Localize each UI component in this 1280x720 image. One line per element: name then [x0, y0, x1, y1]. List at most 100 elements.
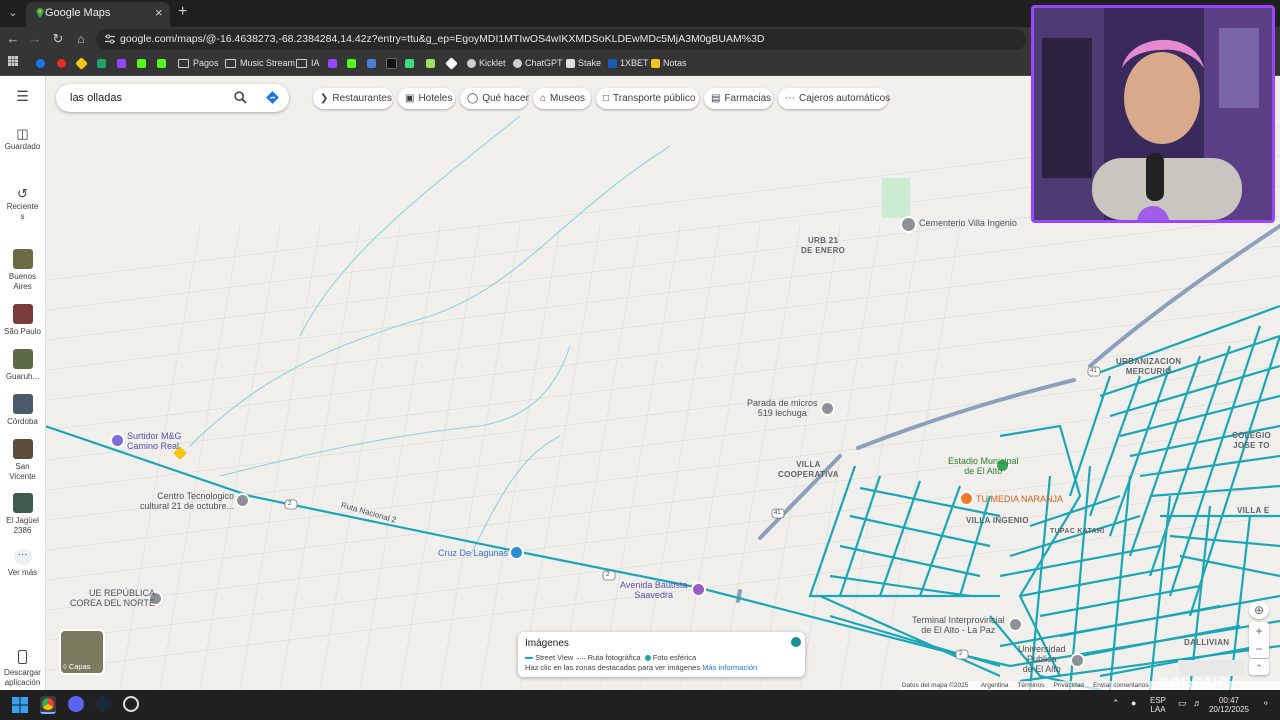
network-icon[interactable]: ▭ — [1178, 699, 1187, 708]
stadium-label: Estadio Municipal de El Alto — [948, 456, 1019, 476]
bookmark-chatgpt[interactable]: ChatGPT — [513, 56, 563, 70]
volume-icon[interactable]: ♬ — [1193, 699, 1202, 708]
menu-hamburger-icon[interactable]: ☰ — [0, 89, 45, 103]
youtube-bookmark-icon[interactable] — [57, 56, 69, 70]
input-language[interactable]: ESP LAA — [1150, 696, 1166, 714]
chip-things-to-do[interactable]: ◯ Qué hacer — [460, 88, 529, 109]
church-label: Cruz De Lagunas — [438, 548, 509, 558]
tab-search-chevron-icon[interactable]: ⌄ — [4, 4, 22, 22]
gas-station-marker-icon[interactable] — [110, 433, 125, 448]
site-settings-icon[interactable] — [104, 33, 116, 45]
bus-icon: □ — [603, 93, 610, 104]
privacy-link[interactable]: Privacidad — [1054, 682, 1084, 689]
steam-taskbar-icon[interactable] — [95, 696, 111, 712]
bookmark-kicklet[interactable]: Kicklet — [467, 56, 506, 70]
drive-bookmark-icon[interactable] — [97, 56, 109, 70]
bookmark-folder-pagos[interactable]: Pagos — [178, 56, 219, 70]
twitch-bookmark-icon[interactable] — [117, 56, 129, 70]
see-more-button[interactable]: ··· Ver más — [0, 549, 45, 578]
notifications-bell-icon[interactable]: ⚬ — [1262, 699, 1270, 708]
zoom-out-icon[interactable]: − — [1249, 640, 1269, 658]
twitch-bookmark-icon-2[interactable] — [328, 56, 340, 70]
my-location-icon[interactable]: ⊕ — [1249, 601, 1269, 619]
facebook-bookmark-icon[interactable] — [36, 56, 48, 70]
imagery-hint: Haz clic en las zonas destacadas para ve… — [525, 663, 758, 672]
church-marker-icon[interactable] — [509, 545, 524, 560]
kick-bookmark-icon[interactable] — [137, 56, 149, 70]
university-marker-icon[interactable] — [1070, 653, 1085, 668]
recent-place-cordoba[interactable]: Córdoba — [0, 394, 45, 427]
chip-hotels[interactable]: ▣ Hoteles — [398, 88, 455, 109]
imagery-toggle-icon[interactable] — [791, 637, 801, 647]
microphone-icon[interactable]: ● — [1131, 699, 1136, 708]
bookmark-icon-3[interactable] — [405, 56, 417, 70]
expand-icon[interactable]: ⌃ — [1249, 659, 1269, 675]
university-label: Universidad Publica de El Alto — [1018, 644, 1066, 674]
download-app-button[interactable]: Descargar aplicación — [0, 640, 45, 688]
bookmark-folder-music-stream[interactable]: Music Stream — [225, 56, 295, 70]
chip-atms[interactable]: ⋯ Cajeros automáticos — [778, 88, 890, 109]
kick-bookmark-icon-3[interactable] — [347, 56, 359, 70]
back-arrow-icon[interactable]: ← — [4, 30, 22, 48]
phone-icon — [18, 650, 27, 664]
folder-icon — [296, 59, 307, 69]
clock[interactable]: 00:47 20/12/2025 — [1207, 696, 1251, 714]
search-icon[interactable] — [234, 91, 247, 104]
chrome-taskbar-icon[interactable] — [40, 696, 56, 714]
bus-stop-marker-icon[interactable] — [820, 401, 835, 416]
windows-start-icon[interactable] — [12, 697, 28, 713]
bookmark-icon: ◫ — [16, 126, 29, 141]
recent-place-sao-paulo[interactable]: São Paulo — [0, 304, 45, 337]
avenue-marker-icon[interactable] — [691, 582, 706, 597]
bookmark-icon-5[interactable] — [445, 56, 459, 70]
tray-overflow-chevron-icon[interactable]: ⌃ — [1112, 699, 1120, 708]
region-link[interactable]: Argentina — [981, 682, 1009, 689]
camera-icon: ◯ — [467, 93, 479, 104]
bus-stop-label: Parada de micros 519 lechuga — [747, 398, 818, 418]
atm-icon: ⋯ — [785, 93, 795, 104]
zoom-in-icon[interactable]: + — [1249, 622, 1269, 640]
settings-taskbar-icon[interactable] — [123, 696, 139, 712]
recent-place-san-vicente[interactable]: San Vicente — [0, 439, 45, 482]
kick-bookmark-icon-2[interactable] — [157, 56, 169, 70]
place-thumbnail — [12, 394, 33, 414]
saved-button[interactable]: ◫ Guardado — [0, 126, 45, 152]
tiktok-bookmark-icon[interactable] — [386, 56, 400, 70]
bookmark-icon[interactable] — [75, 56, 89, 70]
recent-place-buenos-aires[interactable]: Buenos Aires — [0, 249, 45, 292]
directions-icon[interactable] — [265, 90, 280, 105]
discord-taskbar-icon[interactable] — [68, 696, 84, 712]
restaurant-marker-icon[interactable] — [959, 491, 974, 506]
bed-icon: ▣ — [405, 93, 415, 104]
tab-close-icon[interactable]: × — [155, 5, 163, 20]
chip-public-transport[interactable]: □ Transporte público — [596, 88, 699, 109]
bookmark-1xbet[interactable]: 1XBET — [608, 56, 649, 70]
bookmark-icon-2[interactable] — [367, 56, 379, 70]
area-label-dallivian: DALLIVIAN — [1184, 638, 1230, 647]
more-info-link[interactable]: Más información — [702, 663, 757, 672]
send-feedback-link[interactable]: Enviar comentarios — [1093, 682, 1149, 689]
cemetery-marker-icon[interactable] — [900, 216, 917, 233]
recent-place-guarulhos[interactable]: Guaruh... — [0, 349, 45, 382]
new-tab-plus-icon[interactable]: + — [178, 3, 187, 21]
bookmark-notas[interactable]: Notas — [651, 56, 687, 70]
recent-place-el-jaguel[interactable]: El Jagüel 2386 — [0, 493, 45, 536]
home-icon[interactable]: ⌂ — [72, 30, 90, 48]
terminal-marker-icon[interactable] — [1008, 617, 1023, 632]
apps-grid-icon[interactable] — [8, 56, 18, 70]
recents-button[interactable]: ↺ Reciente s — [0, 176, 45, 222]
chip-museums[interactable]: ⌂ Museos — [533, 88, 591, 109]
bookmark-stake[interactable]: Stake — [566, 56, 601, 70]
terms-link[interactable]: Términos — [1017, 682, 1044, 689]
route-2-label-b: 2 — [606, 572, 610, 578]
forward-arrow-icon[interactable]: → — [26, 30, 44, 48]
bookmark-icon-4[interactable] — [426, 56, 438, 70]
bookmark-folder-ia[interactable]: IA — [296, 56, 320, 70]
search-input[interactable]: las olladas — [70, 92, 122, 104]
chip-restaurants[interactable]: ❯ Restaurantes — [313, 88, 393, 109]
culture-center-marker-icon[interactable] — [235, 493, 250, 508]
chip-pharmacies[interactable]: ▤ Farmacias — [704, 88, 773, 109]
park-area — [882, 178, 910, 218]
folder-icon — [225, 59, 236, 69]
reload-icon[interactable]: ↻ — [49, 30, 67, 48]
